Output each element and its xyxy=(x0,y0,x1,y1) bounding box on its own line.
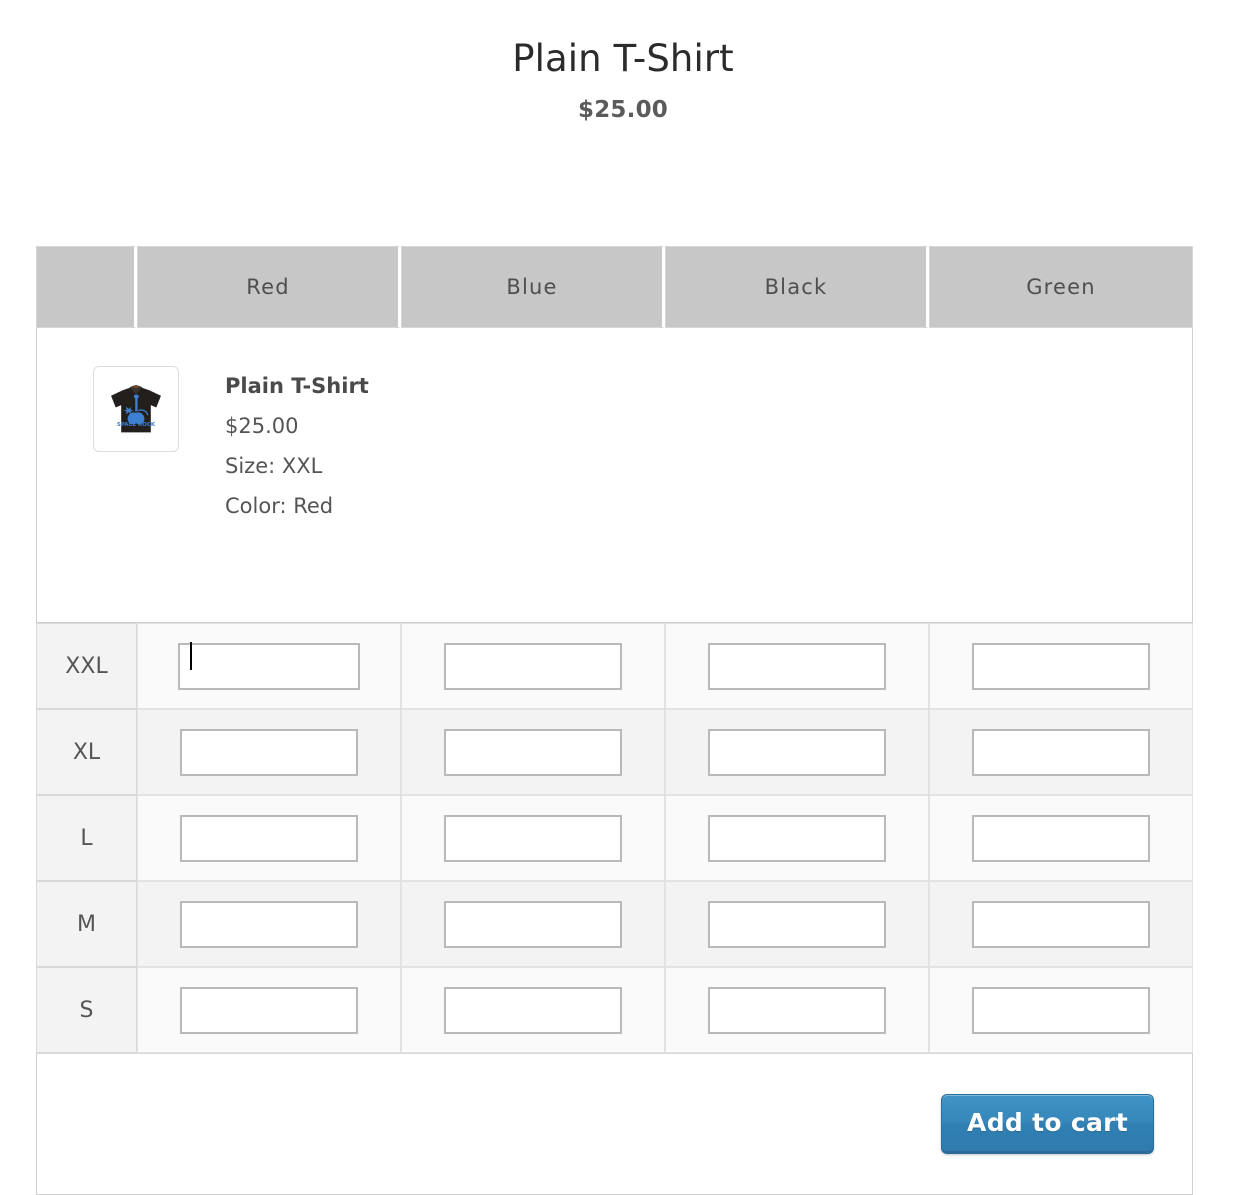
qty-cell-s-blue[interactable] xyxy=(401,967,665,1053)
table-row: L xyxy=(36,795,1193,881)
variant-table: Red Blue Black Green xyxy=(36,246,1193,1195)
qty-input-l-blue[interactable] xyxy=(444,815,622,862)
qty-input-xxl-blue[interactable] xyxy=(444,643,622,690)
row-label-xl: XL xyxy=(36,709,137,795)
row-label-s: S xyxy=(36,967,137,1053)
product-header: Plain T-Shirt $25.00 xyxy=(0,0,1246,123)
qty-cell-l-black[interactable] xyxy=(665,795,929,881)
qty-cell-m-red[interactable] xyxy=(137,881,401,967)
qty-cell-xxl-blue[interactable] xyxy=(401,623,665,709)
detail-product-color: Color: Red xyxy=(225,486,369,526)
detail-product-name: Plain T-Shirt xyxy=(225,366,369,406)
column-header-red: Red xyxy=(137,246,401,328)
product-detail-cell: SPACE ROCK Plain T-Shirt $25.00 Size: XX… xyxy=(36,328,1193,623)
qty-cell-s-black[interactable] xyxy=(665,967,929,1053)
product-page: Plain T-Shirt $25.00 Red Blue Black Gree… xyxy=(0,0,1246,1176)
qty-input-m-red[interactable] xyxy=(180,901,358,948)
qty-input-xl-green[interactable] xyxy=(972,729,1150,776)
detail-product-size: Size: XXL xyxy=(225,446,369,486)
table-row: S xyxy=(36,967,1193,1053)
qty-input-m-blue[interactable] xyxy=(444,901,622,948)
product-detail-row: SPACE ROCK Plain T-Shirt $25.00 Size: XX… xyxy=(36,328,1193,623)
qty-cell-xxl-black[interactable] xyxy=(665,623,929,709)
column-header-size xyxy=(36,246,137,328)
qty-cell-xl-green[interactable] xyxy=(929,709,1193,795)
qty-input-xl-red[interactable] xyxy=(180,729,358,776)
column-header-blue: Blue xyxy=(401,246,665,328)
qty-input-xxl-green[interactable] xyxy=(972,643,1150,690)
qty-cell-m-black[interactable] xyxy=(665,881,929,967)
qty-input-xxl-black[interactable] xyxy=(708,643,886,690)
table-header: Red Blue Black Green xyxy=(36,246,1193,328)
qty-input-m-black[interactable] xyxy=(708,901,886,948)
qty-cell-xl-red[interactable] xyxy=(137,709,401,795)
product-price: $25.00 xyxy=(0,97,1246,123)
tshirt-icon: SPACE ROCK xyxy=(97,370,175,448)
qty-input-xl-blue[interactable] xyxy=(444,729,622,776)
qty-input-s-green[interactable] xyxy=(972,987,1150,1034)
table-footer-row: Add to cart xyxy=(36,1053,1193,1195)
qty-input-s-black[interactable] xyxy=(708,987,886,1034)
qty-input-m-green[interactable] xyxy=(972,901,1150,948)
qty-cell-m-green[interactable] xyxy=(929,881,1193,967)
table-header-row: Red Blue Black Green xyxy=(36,246,1193,328)
product-thumbnail: SPACE ROCK xyxy=(93,366,179,452)
table-footer-cell: Add to cart xyxy=(36,1053,1193,1195)
qty-cell-s-red[interactable] xyxy=(137,967,401,1053)
page-title: Plain T-Shirt xyxy=(0,38,1246,81)
row-label-xxl: XXL xyxy=(36,623,137,709)
qty-input-l-red[interactable] xyxy=(180,815,358,862)
qty-input-l-black[interactable] xyxy=(708,815,886,862)
qty-cell-l-red[interactable] xyxy=(137,795,401,881)
table-row: XL xyxy=(36,709,1193,795)
qty-cell-xl-blue[interactable] xyxy=(401,709,665,795)
row-label-l: L xyxy=(36,795,137,881)
qty-input-s-red[interactable] xyxy=(180,987,358,1034)
qty-cell-xl-black[interactable] xyxy=(665,709,929,795)
detail-product-price: $25.00 xyxy=(225,406,369,446)
svg-text:SPACE ROCK: SPACE ROCK xyxy=(117,422,156,428)
column-header-black: Black xyxy=(665,246,929,328)
add-to-cart-button[interactable]: Add to cart xyxy=(941,1094,1154,1154)
table-body: SPACE ROCK Plain T-Shirt $25.00 Size: XX… xyxy=(36,328,1193,1195)
qty-input-xxl-red[interactable] xyxy=(178,643,360,690)
row-label-m: M xyxy=(36,881,137,967)
qty-cell-m-blue[interactable] xyxy=(401,881,665,967)
qty-cell-l-green[interactable] xyxy=(929,795,1193,881)
qty-cell-xxl-green[interactable] xyxy=(929,623,1193,709)
qty-input-l-green[interactable] xyxy=(972,815,1150,862)
table-row: XXL xyxy=(36,623,1193,709)
qty-cell-xxl-red[interactable] xyxy=(137,623,401,709)
column-header-green: Green xyxy=(929,246,1193,328)
text-cursor xyxy=(190,642,192,670)
qty-cell-s-green[interactable] xyxy=(929,967,1193,1053)
table-row: M xyxy=(36,881,1193,967)
qty-input-s-blue[interactable] xyxy=(444,987,622,1034)
qty-cell-l-blue[interactable] xyxy=(401,795,665,881)
qty-input-xl-black[interactable] xyxy=(708,729,886,776)
product-detail-text: Plain T-Shirt $25.00 Size: XXL Color: Re… xyxy=(225,366,369,526)
variant-matrix: Red Blue Black Green xyxy=(36,246,1193,1195)
